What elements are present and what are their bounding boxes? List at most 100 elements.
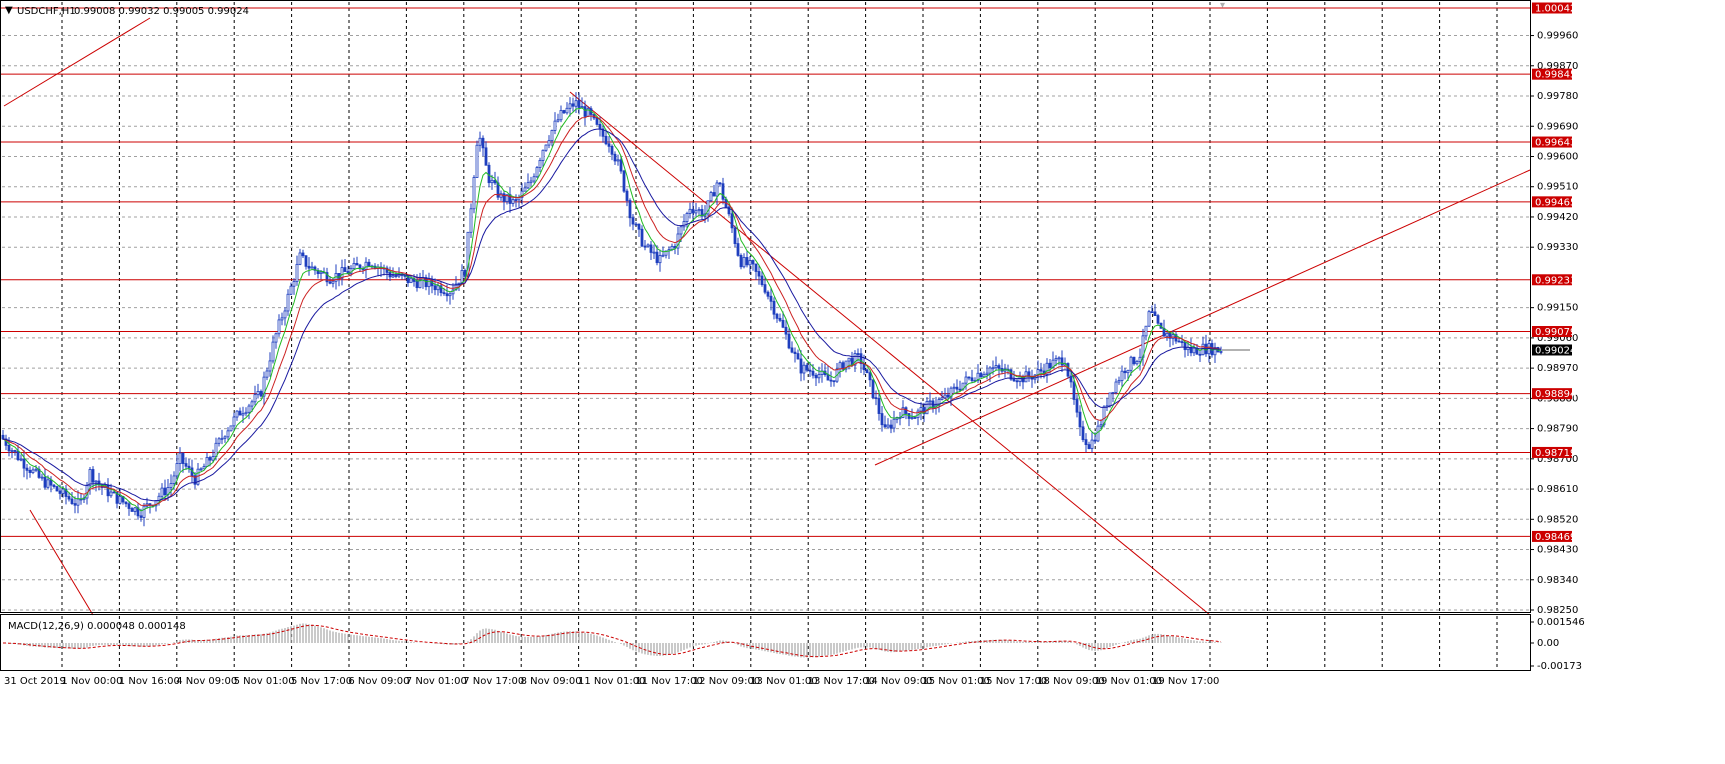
trading-chart[interactable]: 0.999600.998700.997800.996900.996000.995… — [0, 0, 1725, 764]
candle-body — [646, 244, 650, 247]
candle-body — [892, 418, 896, 429]
candle-body — [733, 227, 737, 244]
time-label: 19 Nov 17:00 — [1152, 676, 1219, 687]
candle-body — [832, 380, 836, 383]
candle-body — [124, 501, 128, 505]
candle-body — [40, 476, 44, 479]
candle-body — [1117, 380, 1121, 383]
time-axis[interactable]: 31 Oct 20191 Nov 00:001 Nov 16:004 Nov 0… — [4, 676, 1219, 687]
candle-body — [1192, 347, 1196, 354]
candle-body — [472, 177, 476, 210]
candle-body — [904, 407, 908, 414]
candle-body — [457, 282, 461, 285]
time-label: 6 Nov 09:00 — [348, 676, 409, 687]
candle-body — [436, 285, 440, 291]
candle-body — [661, 254, 665, 257]
candle-body — [880, 413, 884, 426]
candle-body — [31, 469, 35, 473]
candle-body — [1012, 378, 1016, 382]
candle-body — [967, 376, 971, 379]
time-label: 4 Nov 09:00 — [176, 676, 237, 687]
price-tick-label: 0.98790 — [1537, 424, 1578, 435]
candle-body — [367, 261, 371, 267]
candle-body — [415, 281, 419, 289]
candle-body — [940, 397, 944, 400]
candle-body — [598, 124, 602, 130]
candle-body — [526, 182, 530, 189]
candle-body — [55, 486, 59, 492]
candle-body — [1072, 381, 1076, 400]
candle-body — [883, 424, 887, 428]
candle-body — [253, 394, 257, 403]
candle-body — [226, 430, 230, 438]
candle-body — [997, 365, 1001, 369]
scroll-marker-icon: ▾ — [1220, 0, 1225, 11]
candle-body — [1093, 439, 1097, 442]
candle-body — [538, 159, 542, 168]
candle-body — [46, 479, 50, 488]
candle-body — [523, 187, 527, 192]
dropdown-arrow-icon[interactable]: ▼ — [5, 5, 13, 16]
candle-body — [469, 208, 473, 233]
candle-body — [1153, 311, 1157, 316]
candle-body — [781, 319, 785, 328]
candle-body — [829, 379, 833, 382]
candle-body — [238, 410, 242, 416]
candle-body — [730, 213, 734, 229]
candle-body — [58, 490, 62, 494]
candle-body — [394, 275, 398, 277]
candle-body — [1108, 392, 1112, 407]
candle-body — [1138, 356, 1142, 362]
candle-body — [205, 457, 209, 467]
level-tag-label: 0.99079 — [1535, 327, 1576, 338]
candle-body — [484, 147, 488, 166]
candle-body — [685, 213, 689, 222]
candle-body — [274, 333, 278, 343]
candle-body — [43, 476, 47, 488]
candle-body — [535, 167, 539, 178]
candle-body — [247, 405, 251, 413]
candle-body — [187, 465, 191, 469]
candle-body — [355, 263, 359, 266]
candle-body — [805, 364, 809, 371]
candle-body — [1099, 424, 1103, 427]
candle-body — [1129, 356, 1133, 371]
candle-body — [343, 267, 347, 272]
candle-body — [721, 183, 725, 200]
candle-body — [682, 221, 686, 228]
candle-body — [511, 199, 515, 204]
candle-body — [886, 424, 890, 428]
candle-body — [1219, 351, 1223, 353]
candle-body — [277, 319, 281, 335]
candle-body — [739, 255, 743, 268]
candle-body — [556, 119, 560, 122]
level-tag-label: 0.98719 — [1535, 448, 1576, 459]
candle-body — [1123, 370, 1127, 374]
candle-body — [73, 503, 77, 506]
candle-body — [1069, 375, 1073, 383]
candle-body — [409, 277, 413, 284]
candle-body — [460, 269, 464, 284]
candle-body — [139, 515, 143, 518]
candle-body — [88, 469, 92, 487]
symbol-label: USDCHF,H1 — [17, 6, 76, 17]
candle-body — [289, 285, 293, 295]
candle-body — [1096, 425, 1100, 442]
candle-body — [793, 351, 797, 354]
candle-body — [970, 377, 974, 382]
candle-body — [211, 456, 215, 461]
candle-body — [910, 417, 914, 419]
candle-body — [649, 244, 653, 253]
candle-body — [772, 300, 776, 315]
candle-body — [502, 193, 506, 202]
price-tick-label: 0.99510 — [1537, 182, 1578, 193]
candle-body — [160, 487, 164, 497]
candle-body — [640, 228, 644, 247]
candle-body — [784, 326, 788, 335]
candle-body — [655, 251, 659, 264]
candle-body — [757, 271, 761, 277]
candle-body — [766, 291, 770, 297]
candle-body — [331, 280, 335, 284]
candle-body — [652, 251, 656, 254]
level-tag-label: 0.98469 — [1535, 532, 1576, 543]
